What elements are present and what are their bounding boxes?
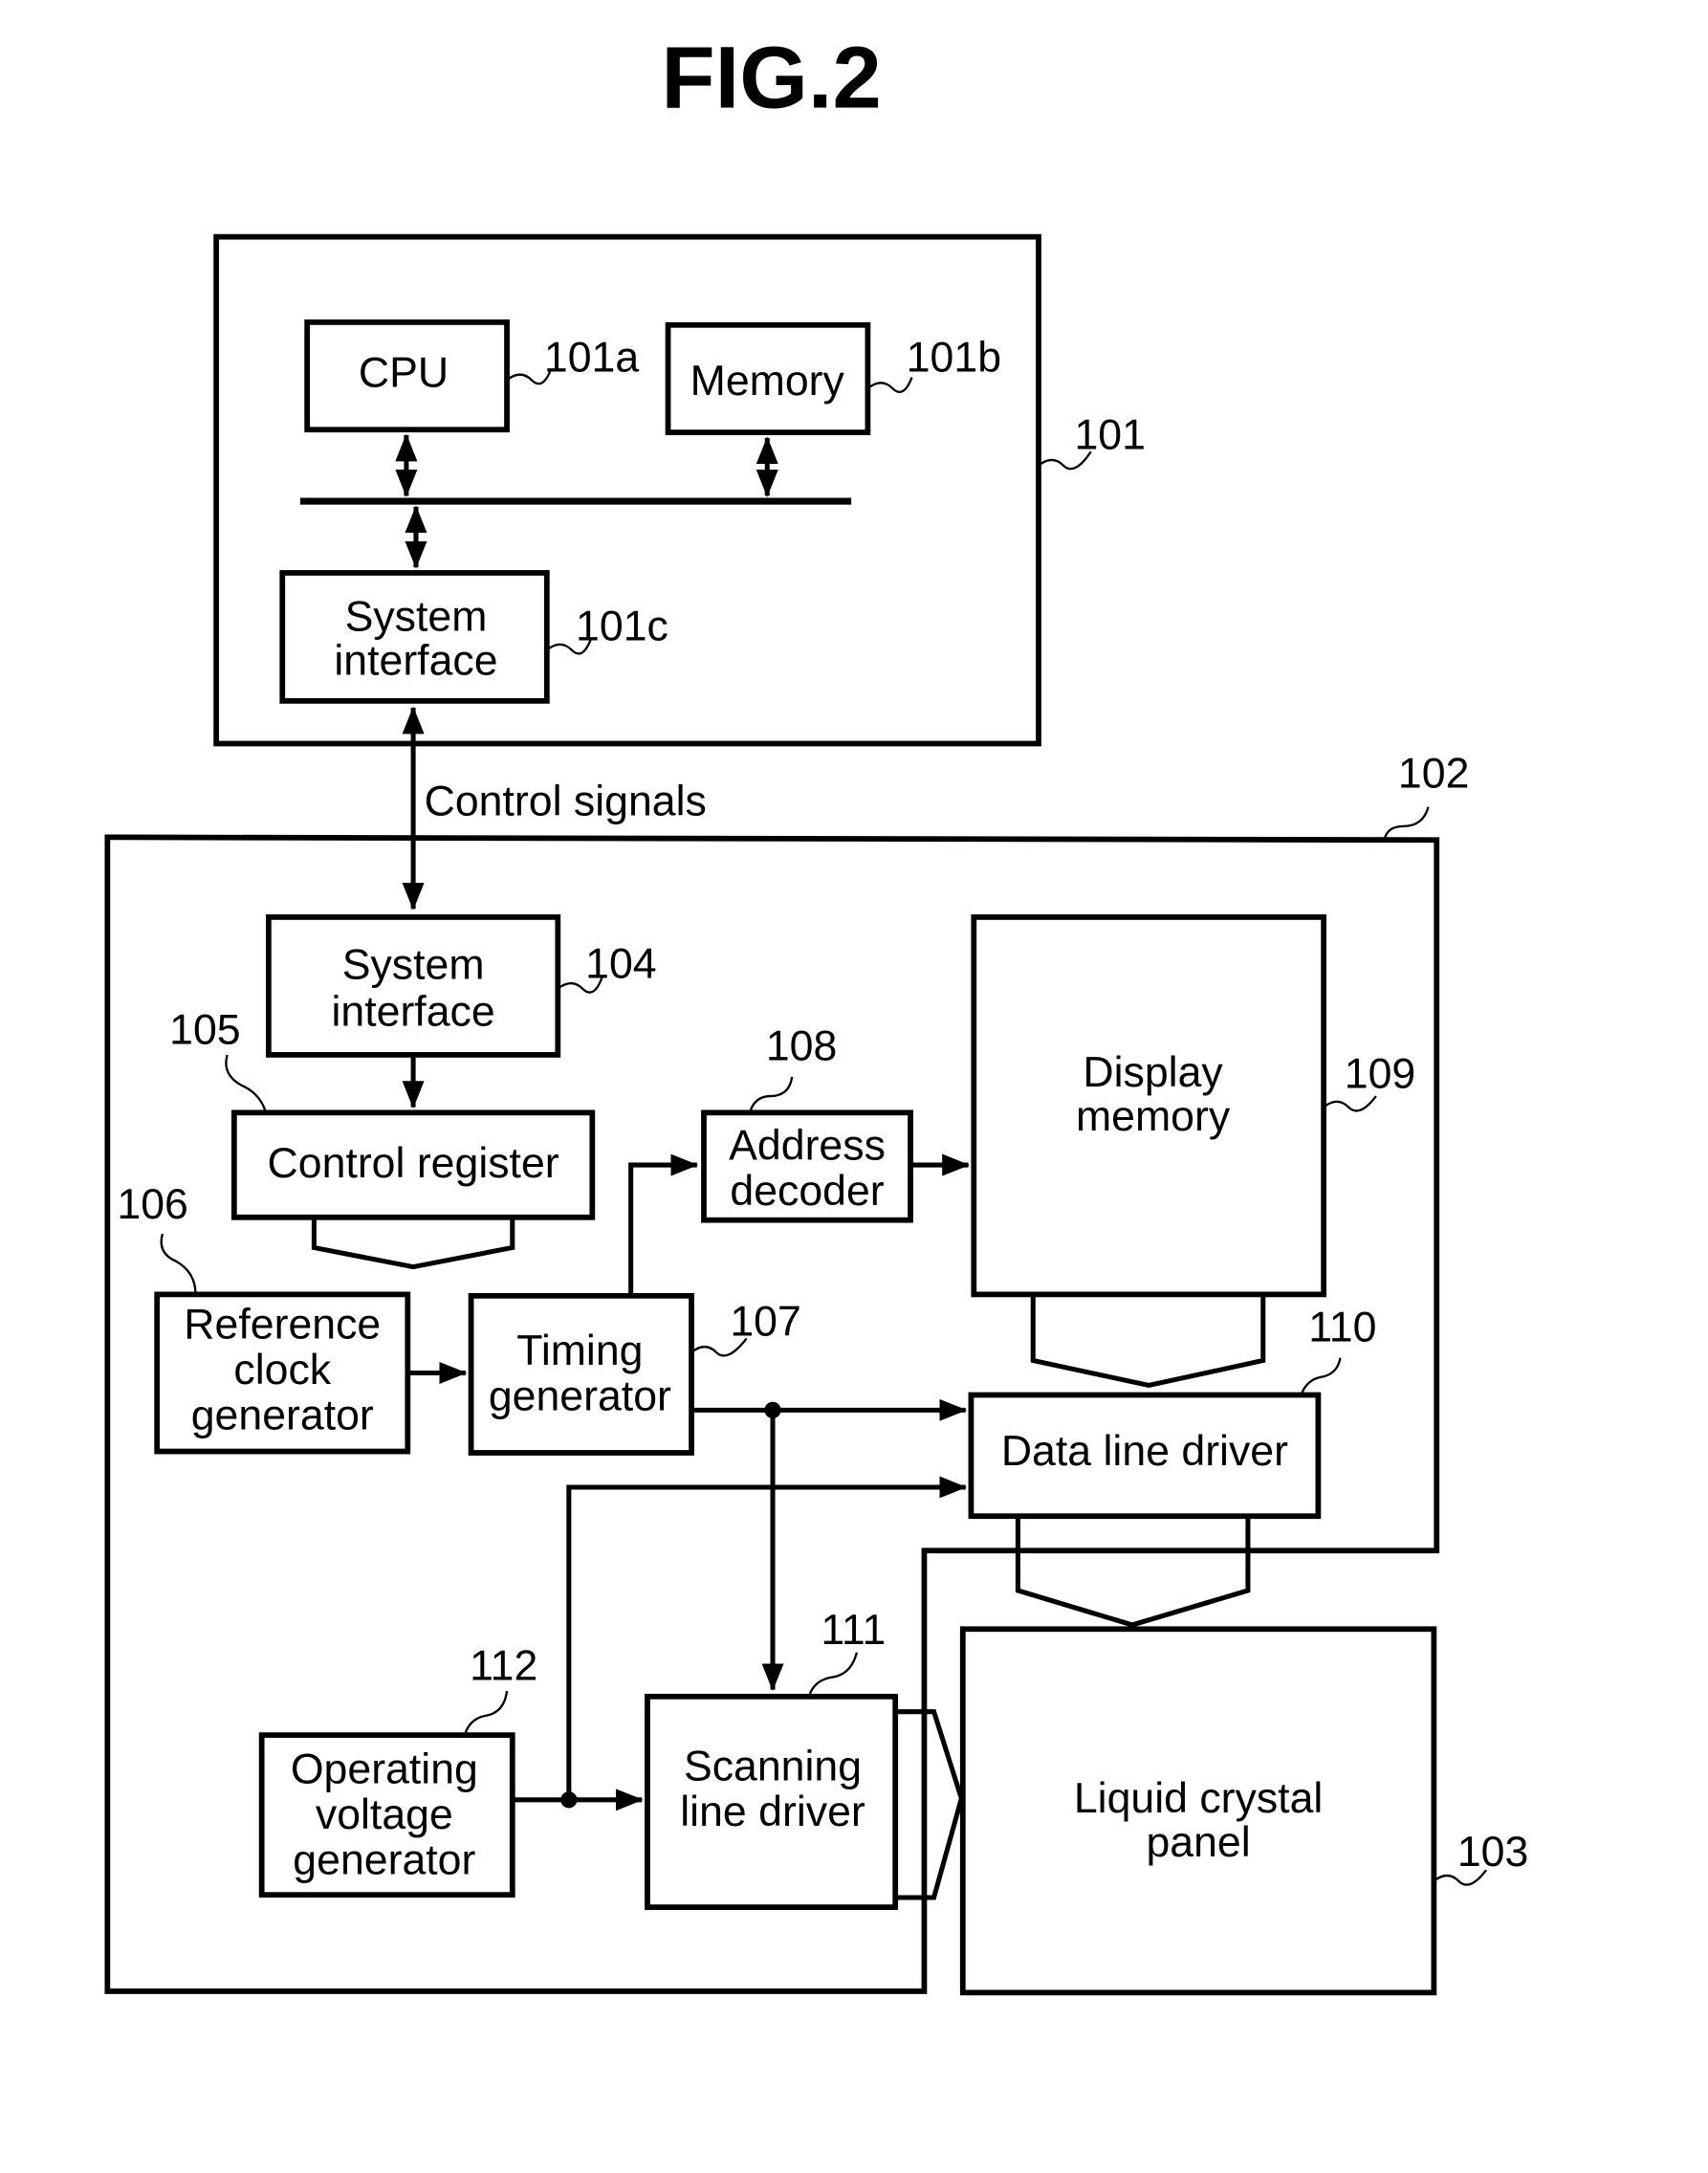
ref-102: 102 bbox=[1398, 751, 1469, 798]
address-decoder-line1: Address bbox=[729, 1122, 886, 1169]
leader-105 bbox=[225, 1054, 268, 1113]
leader-108 bbox=[749, 1076, 794, 1110]
host-system-interface-line2: interface bbox=[334, 638, 497, 685]
ref-103: 103 bbox=[1457, 1829, 1528, 1876]
ref-106: 106 bbox=[117, 1181, 187, 1228]
ref-109: 109 bbox=[1345, 1050, 1415, 1097]
scanning-line-driver-line1: Scanning bbox=[684, 1744, 862, 1790]
leader-109 bbox=[1323, 1095, 1377, 1112]
system-interface-line1: System bbox=[342, 942, 485, 989]
driver-panel-connector bbox=[1015, 1516, 1251, 1628]
ref-107: 107 bbox=[730, 1299, 800, 1346]
junction-voltage bbox=[560, 1791, 578, 1809]
operating-voltage-line3: generator bbox=[293, 1837, 475, 1884]
control-signals-label: Control signals bbox=[425, 778, 707, 824]
figure-title: FIG.2 bbox=[661, 28, 881, 126]
reference-clock-line2: clock bbox=[233, 1347, 331, 1394]
ref-112: 112 bbox=[470, 1643, 537, 1690]
cpu-label: CPU bbox=[359, 350, 449, 397]
timing-generator-line1: Timing bbox=[516, 1328, 643, 1374]
display-memory-line1: Display bbox=[1083, 1049, 1223, 1096]
operating-voltage-line1: Operating bbox=[291, 1746, 478, 1793]
leader-106 bbox=[160, 1233, 197, 1295]
register-bus-connector bbox=[311, 1217, 515, 1270]
control-register-label: Control register bbox=[268, 1140, 559, 1187]
scanning-line-driver-line2: line driver bbox=[680, 1789, 865, 1835]
ref-108: 108 bbox=[766, 1023, 837, 1070]
reference-clock-line1: Reference bbox=[184, 1301, 381, 1348]
leader-102 bbox=[1383, 806, 1430, 841]
ref-110: 110 bbox=[1308, 1304, 1376, 1350]
operating-voltage-line2: voltage bbox=[316, 1791, 453, 1838]
ref-111: 111 bbox=[821, 1607, 886, 1654]
leader-111 bbox=[808, 1652, 858, 1695]
timing-address-arrow bbox=[628, 1153, 699, 1296]
block-diagram: FIG.2 101 CPU 101a Memory 101b System in… bbox=[104, 28, 1528, 1996]
ref-104: 104 bbox=[585, 940, 656, 987]
timing-generator-line2: generator bbox=[489, 1372, 671, 1419]
ref-101b: 101b bbox=[907, 335, 1001, 382]
ref-105: 105 bbox=[169, 1006, 240, 1053]
host-system-interface-line1: System bbox=[345, 593, 488, 640]
memory-label: Memory bbox=[690, 358, 845, 405]
system-interface-line2: interface bbox=[331, 989, 494, 1036]
data-line-driver-label: Data line driver bbox=[1001, 1428, 1288, 1475]
memory-driver-connector bbox=[1030, 1294, 1266, 1389]
address-decoder-line2: decoder bbox=[730, 1168, 884, 1215]
leader-110 bbox=[1301, 1357, 1342, 1394]
ref-101: 101 bbox=[1074, 411, 1145, 458]
lcd-panel-line2: panel bbox=[1146, 1819, 1250, 1866]
scanning-panel-connector bbox=[895, 1709, 964, 1900]
ref-101a: 101a bbox=[544, 335, 639, 382]
reference-clock-line3: generator bbox=[191, 1393, 374, 1439]
lcd-panel-line1: Liquid crystal bbox=[1074, 1775, 1323, 1822]
leader-112 bbox=[464, 1690, 509, 1733]
display-memory-line2: memory bbox=[1076, 1093, 1231, 1140]
